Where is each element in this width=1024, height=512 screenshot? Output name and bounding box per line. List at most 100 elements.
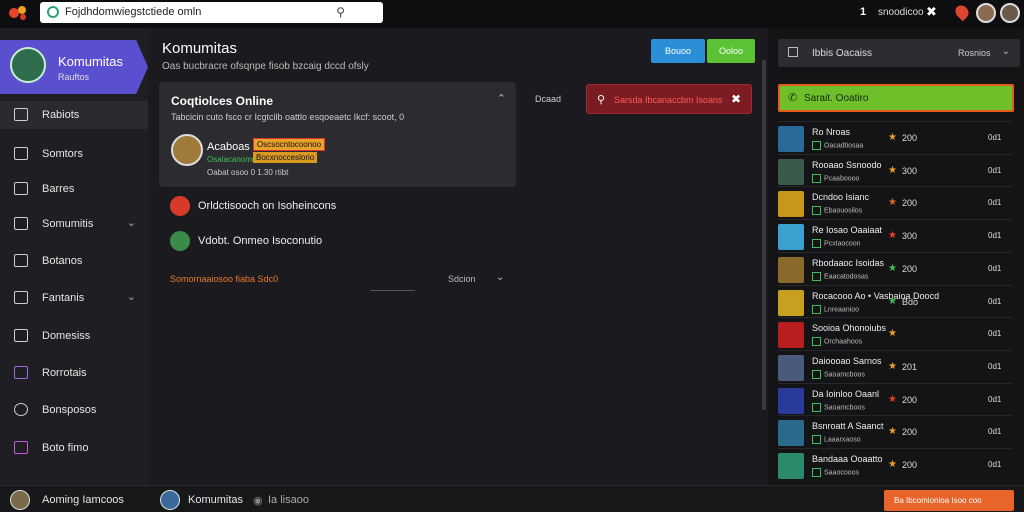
game-menu[interactable]: 0d1	[988, 198, 1001, 207]
game-row[interactable]: Bandaaa Ooaatto Saaocooos ★ 200 0d1	[778, 448, 1012, 481]
game-menu[interactable]: 0d1	[988, 264, 1001, 273]
game-menu[interactable]: 0d1	[988, 395, 1001, 404]
sidebar-item-domesiss[interactable]: Domesiss	[0, 322, 148, 350]
bottom-user-label[interactable]: Aoming Iamcoos	[42, 494, 124, 506]
divider	[370, 290, 415, 291]
star-icon: ★	[888, 164, 897, 176]
game-row[interactable]: Sooioa Ohonoiubs Orchaahoos ★ 0d1	[778, 317, 1012, 350]
blue-button[interactable]: Bouoo	[651, 39, 705, 63]
sidebar-avatar	[10, 47, 46, 83]
game-menu[interactable]: 0d1	[988, 460, 1001, 469]
top-bar: Fojdhdomwiegstctiede omln ⚲ 1 snoodicoo …	[0, 0, 1024, 28]
avatar[interactable]	[976, 3, 996, 23]
star-icon: ★	[888, 197, 897, 209]
game-row[interactable]: Ro Nroas Oacadtiosaa ★ 200 0d1	[778, 121, 1012, 154]
sidebar-item-rabiots[interactable]: Rabiots	[0, 101, 148, 129]
game-thumbnail	[778, 387, 804, 414]
sidebar-item-label: Rorrotais	[42, 367, 87, 379]
game-menu[interactable]: 0d1	[988, 297, 1001, 306]
search-input[interactable]: Fojdhdomwiegstctiede omln	[65, 6, 201, 18]
sidebar-header[interactable]: Komumitas Rauftos	[0, 40, 148, 94]
close-icon[interactable]: ✖	[731, 92, 741, 106]
app-logo-icon[interactable]	[8, 5, 28, 21]
game-row[interactable]: Daioooao Sarnos Saoamcboos ★ 201 0d1	[778, 349, 1012, 383]
green-action-button[interactable]: ✆ Sarait. Ooatiro	[778, 84, 1014, 112]
game-row[interactable]: Bsnroatt A Saanct Laaarxaoso ★ 200 0d1	[778, 415, 1012, 448]
bottom-bar: Aoming Iamcoos Komumitas ◉ Ia lisaoo Ba …	[0, 485, 1024, 512]
avatar[interactable]	[10, 490, 30, 510]
star-icon: ★	[888, 230, 897, 242]
sidebar-item-somumitis[interactable]: Somumitis ⌄	[0, 210, 148, 238]
sidebar-item-boto-fimo[interactable]: Boto fimo	[0, 434, 148, 462]
user-label[interactable]: snoodicoo	[878, 7, 924, 18]
stats-label: Somornaaiosoo fiaba Sdc0	[170, 274, 279, 284]
search-bar[interactable]: Fojdhdomwiegstctiede omln ⚲	[40, 2, 383, 23]
chevron-down-icon[interactable]: ⌄	[127, 216, 136, 229]
game-row[interactable]: Rooaao Ssnoodo Pcaaboooo ★ 300 0d1	[778, 153, 1012, 187]
chevron-up-icon[interactable]: ⌃	[497, 92, 506, 105]
avatar[interactable]	[171, 134, 203, 166]
game-score: 200	[902, 427, 918, 438]
sidebar-item-barres[interactable]: Barres	[0, 175, 148, 203]
sidebar-item-fantanis[interactable]: Fantanis ⌄	[0, 284, 148, 312]
chevron-down-icon[interactable]: ⌄	[127, 290, 136, 303]
chevron-down-icon[interactable]: ⌄	[1002, 46, 1010, 57]
sidebar-item-label: Somtors	[42, 148, 83, 160]
game-menu[interactable]: 0d1	[988, 166, 1001, 175]
game-menu[interactable]: 0d1	[988, 362, 1001, 371]
location-pin-icon[interactable]	[952, 2, 972, 22]
search-icon[interactable]: ⚲	[336, 5, 345, 19]
sidebar-item-botanos[interactable]: Botanos	[0, 247, 148, 275]
alert-label: Dcaad	[535, 94, 562, 104]
game-tag: Orchaahoos	[812, 337, 862, 346]
avatar	[170, 231, 190, 251]
sort-label[interactable]: Sdcion	[448, 274, 476, 284]
right-panel: Ibbis Oacaiss Rosnios ⌄ ✆ Sarait. Ooatir…	[768, 28, 1024, 485]
game-menu[interactable]: 0d1	[988, 427, 1001, 436]
close-icon[interactable]: ✖	[926, 4, 937, 20]
notification-count[interactable]: 1	[860, 6, 866, 18]
game-name: Bsnroatt A Saanct	[812, 421, 884, 432]
game-menu[interactable]: 0d1	[988, 329, 1001, 338]
game-row[interactable]: Rocacooo Ao • Vasbaioa Doocd Lnreaanioo ★ B…	[778, 284, 1012, 318]
status-badge-secondary: Bocxnocceslorio	[253, 152, 318, 163]
game-row[interactable]: Dcndoo Isianc Ebaouosilos ★ 200 0d1	[778, 186, 1012, 219]
sidebar-item-rorrotais[interactable]: Rorrotais	[0, 359, 148, 387]
avatar-secondary[interactable]	[1000, 3, 1020, 23]
game-row[interactable]: Re Iosao Oaaiaat Pcxtaocoon ★ 300 0d1	[778, 219, 1012, 252]
phone-icon: ✆	[788, 92, 798, 104]
panel-sort[interactable]: Rosnios	[958, 48, 991, 58]
game-name: Daioooao Sarnos	[812, 355, 882, 366]
scrollbar[interactable]	[762, 60, 766, 410]
bottom-tertiary-label[interactable]: Ia lisaoo	[268, 494, 309, 506]
main-content: Komumitas Oas bucbracre ofsqnpe fisob bz…	[148, 28, 766, 485]
sidebar-item-somtors[interactable]: Somtors	[0, 140, 148, 168]
flag-icon	[14, 441, 28, 454]
star-icon: ★	[888, 360, 897, 372]
green-button[interactable]: Ooloo	[707, 39, 755, 63]
game-menu[interactable]: 0d1	[988, 133, 1001, 142]
list-item-label: Vdobt. Onmeo Isoconutio	[198, 235, 323, 247]
sidebar-item-bonsposos[interactable]: Bonsposos	[0, 396, 148, 424]
game-row[interactable]: Da Ioinloo Oaanl Saoamcboos ★ 200 0d1	[778, 382, 1012, 416]
avatar[interactable]	[160, 490, 180, 510]
users-icon	[14, 291, 28, 304]
bottom-community-label[interactable]: Komumitas	[188, 494, 243, 506]
game-score: Bdo	[902, 296, 919, 307]
game-row[interactable]: Rbodaaoc Isoidas Eaacatodosas ★ 200 0d1	[778, 251, 1012, 285]
panel-header[interactable]: Ibbis Oacaiss Rosnios ⌄	[778, 39, 1020, 67]
game-tag: Oacadtiosaa	[812, 141, 863, 150]
star-icon: ★	[888, 459, 897, 470]
green-action-label: Sarait. Ooatiro	[804, 93, 869, 104]
alert-banner[interactable]: ⚲ Sarsda Ibcanaccbm Isoans ✖	[586, 84, 752, 114]
chevron-down-icon[interactable]: ⌄	[496, 272, 504, 283]
game-thumbnail	[778, 224, 804, 251]
pin-icon	[14, 403, 28, 416]
game-menu[interactable]: 0d1	[988, 231, 1001, 240]
orange-action-button[interactable]: Ba Ibcomionioa Isoo coo	[884, 490, 1014, 511]
card-title: Coqtiolces Online	[171, 94, 274, 108]
image-icon	[14, 182, 28, 195]
game-thumbnail	[778, 256, 804, 283]
tv-icon	[14, 366, 28, 379]
user-name[interactable]: Acaboas	[207, 141, 250, 153]
